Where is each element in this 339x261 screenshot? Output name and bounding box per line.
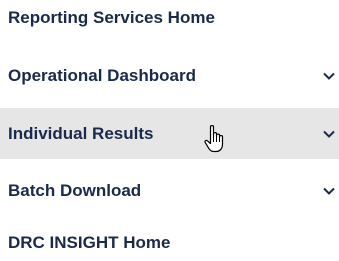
chevron-down-icon[interactable]	[323, 187, 335, 195]
chevron-down-icon[interactable]	[323, 72, 335, 80]
nav-item-label: Individual Results	[8, 123, 154, 143]
nav-item-operational-dashboard[interactable]: Operational Dashboard	[0, 54, 339, 98]
nav-item-label: Operational Dashboard	[8, 66, 196, 85]
nav-item-individual-results[interactable]: Individual Results	[0, 108, 339, 159]
nav-item-label: Reporting Services Home	[8, 8, 215, 27]
nav-item-batch-download[interactable]: Batch Download	[0, 168, 339, 214]
chevron-down-icon[interactable]	[323, 130, 335, 138]
nav-item-drc-insight-home[interactable]: DRC INSIGHT Home	[0, 224, 339, 261]
nav-item-label: DRC INSIGHT Home	[8, 232, 171, 252]
navigation-menu: Reporting Services Home Operational Dash…	[0, 0, 339, 261]
nav-item-reporting-services-home[interactable]: Reporting Services Home	[0, 0, 339, 40]
nav-item-label: Batch Download	[8, 181, 142, 200]
